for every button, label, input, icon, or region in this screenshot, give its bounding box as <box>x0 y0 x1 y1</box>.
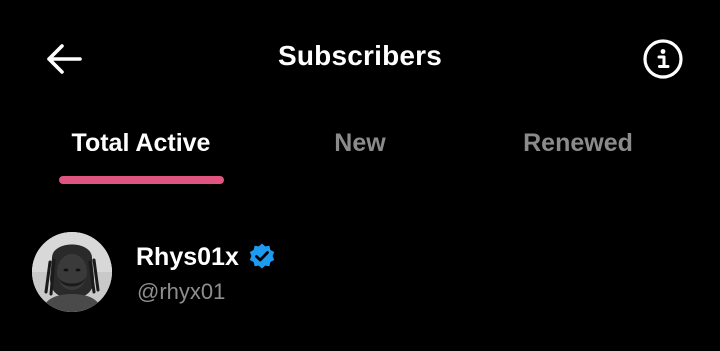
tab-label: New <box>334 129 386 157</box>
page-title: Subscribers <box>277 40 443 71</box>
tab-label: Renewed <box>523 129 633 157</box>
user-handle: @rhyx01 <box>137 279 226 304</box>
info-circle-icon <box>643 39 683 79</box>
verified-badge-icon <box>247 242 277 272</box>
top-app-bar: Subscribers <box>0 0 720 118</box>
tab-new[interactable]: New <box>270 118 450 190</box>
active-tab-indicator <box>59 176 224 184</box>
name-line: Rhys01x <box>136 240 277 274</box>
subscriber-list-item[interactable]: Rhys01x @rhyx01 <box>0 220 720 330</box>
info-button[interactable] <box>639 36 687 82</box>
avatar-image <box>32 232 112 312</box>
avatar[interactable] <box>32 232 112 312</box>
display-name: Rhys01x <box>136 242 239 271</box>
tab-label: Total Active <box>71 129 211 157</box>
tab-renewed[interactable]: Renewed <box>488 118 668 190</box>
